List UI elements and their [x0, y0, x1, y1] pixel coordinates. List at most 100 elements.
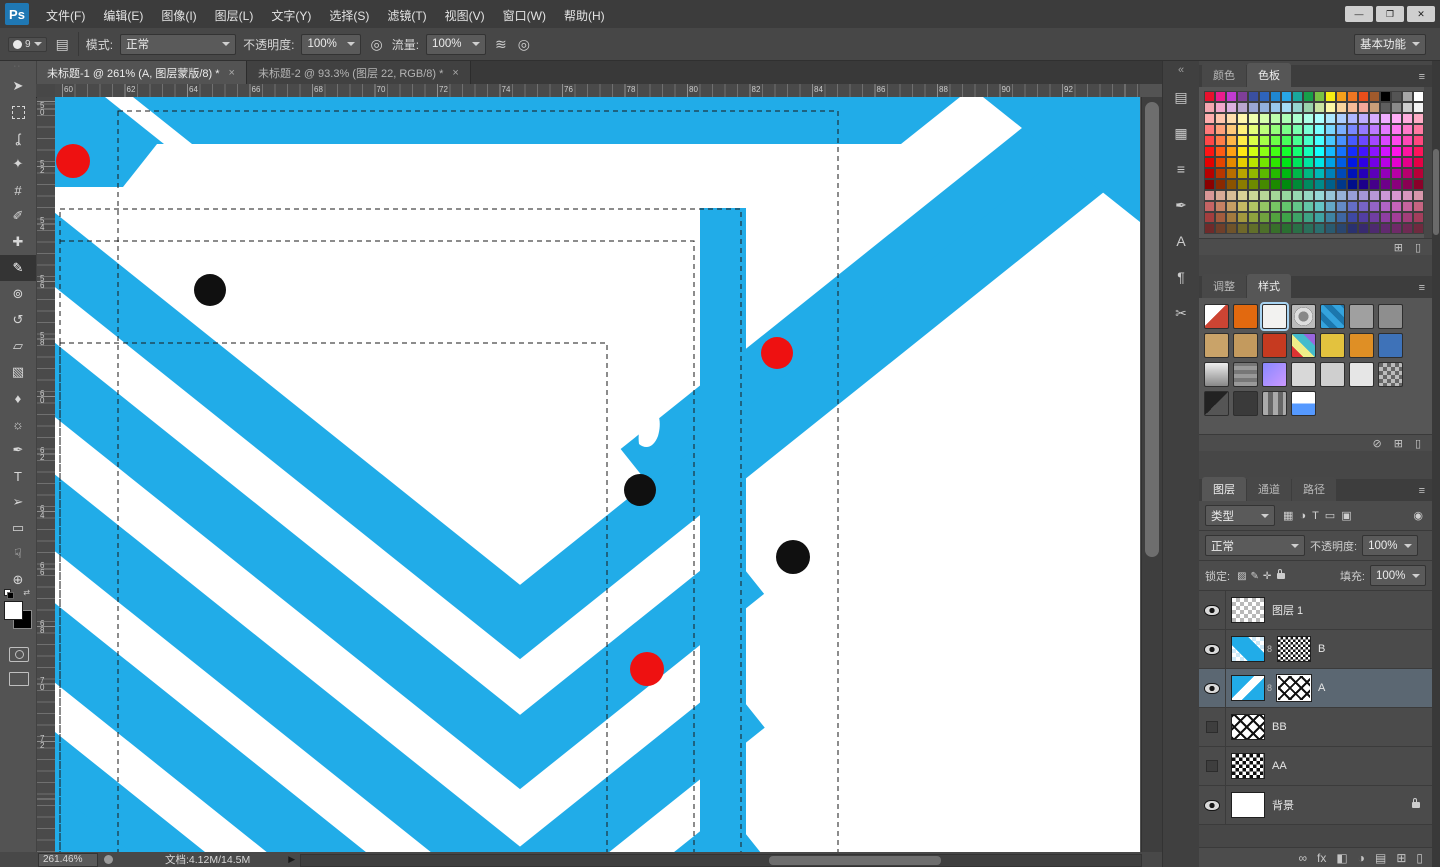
- color-swatch[interactable]: [1281, 113, 1292, 124]
- delete-style-button[interactable]: ▯: [1410, 437, 1426, 450]
- color-swatch[interactable]: [1270, 102, 1281, 113]
- color-swatch[interactable]: [1369, 124, 1380, 135]
- healing-brush-tool[interactable]: ✚: [0, 229, 36, 255]
- color-swatch[interactable]: [1369, 113, 1380, 124]
- color-swatch[interactable]: [1391, 146, 1402, 157]
- filter-type-layers-icon[interactable]: T: [1309, 510, 1322, 522]
- layer-thumbnail[interactable]: [1231, 753, 1265, 779]
- color-swatch[interactable]: [1358, 212, 1369, 223]
- color-swatch[interactable]: [1281, 168, 1292, 179]
- layer-row[interactable]: 8B: [1199, 630, 1432, 669]
- filter-adjustment-layers-icon[interactable]: ◑: [1296, 510, 1309, 522]
- new-style-button[interactable]: ⊞: [1389, 437, 1408, 450]
- color-swatch[interactable]: [1325, 168, 1336, 179]
- style-swatch[interactable]: [1233, 333, 1258, 358]
- color-swatch[interactable]: [1270, 201, 1281, 212]
- eraser-tool[interactable]: ▱: [0, 333, 36, 359]
- color-swatch[interactable]: [1237, 201, 1248, 212]
- color-swatch[interactable]: [1391, 124, 1402, 135]
- color-swatch[interactable]: [1226, 135, 1237, 146]
- color-swatch[interactable]: [1347, 135, 1358, 146]
- color-swatch[interactable]: [1369, 168, 1380, 179]
- color-swatch[interactable]: [1402, 113, 1413, 124]
- color-swatch[interactable]: [1215, 135, 1226, 146]
- style-swatch[interactable]: [1233, 304, 1258, 329]
- dodge-tool[interactable]: ☼: [0, 411, 36, 437]
- document-tab[interactable]: 未标题-1 @ 261% (A, 图层蒙版/8) *×: [36, 61, 247, 84]
- color-swatch[interactable]: [1281, 135, 1292, 146]
- color-swatch[interactable]: [1270, 146, 1281, 157]
- color-swatch[interactable]: [1226, 168, 1237, 179]
- color-swatch[interactable]: [1358, 146, 1369, 157]
- link-layers-button[interactable]: ∞: [1293, 851, 1312, 865]
- workspace-switcher[interactable]: 基本功能: [1354, 34, 1426, 55]
- color-swatch[interactable]: [1204, 212, 1215, 223]
- lock-pixels-icon[interactable]: ✎: [1249, 571, 1261, 582]
- horizontal-scrollbar-thumb[interactable]: [769, 856, 941, 865]
- layers-tab[interactable]: 通道: [1247, 477, 1291, 501]
- layer-thumbnail[interactable]: [1231, 597, 1265, 623]
- color-swatch[interactable]: [1325, 124, 1336, 135]
- color-swatch[interactable]: [1380, 157, 1391, 168]
- color-swatch[interactable]: [1237, 179, 1248, 190]
- color-swatch[interactable]: [1336, 146, 1347, 157]
- style-swatch[interactable]: [1320, 362, 1345, 387]
- color-swatch[interactable]: [1336, 124, 1347, 135]
- color-swatch[interactable]: [1292, 146, 1303, 157]
- eyedropper-tool[interactable]: ✐: [0, 203, 36, 229]
- color-swatch[interactable]: [1380, 168, 1391, 179]
- color-swatch[interactable]: [1369, 157, 1380, 168]
- color-swatch[interactable]: [1281, 146, 1292, 157]
- color-swatch[interactable]: [1314, 223, 1325, 234]
- color-swatch[interactable]: [1336, 157, 1347, 168]
- color-swatch[interactable]: [1358, 190, 1369, 201]
- color-swatch[interactable]: [1215, 190, 1226, 201]
- add-layer-mask-button[interactable]: ◧: [1331, 851, 1352, 865]
- character-panel-icon[interactable]: A: [1163, 223, 1199, 259]
- color-swatch[interactable]: [1204, 135, 1215, 146]
- color-swatch[interactable]: [1347, 201, 1358, 212]
- style-swatch[interactable]: [1378, 362, 1403, 387]
- properties-panel-icon[interactable]: ≡: [1163, 151, 1199, 187]
- color-swatch[interactable]: [1358, 223, 1369, 234]
- blend-mode-select[interactable]: 正常: [1205, 535, 1305, 556]
- color-swatch[interactable]: [1369, 201, 1380, 212]
- layer-thumbnail[interactable]: [1231, 714, 1265, 740]
- tablet-pressure-opacity-icon[interactable]: ◎: [368, 36, 384, 53]
- tab-close-icon[interactable]: ×: [229, 67, 235, 79]
- color-swatch[interactable]: [1402, 190, 1413, 201]
- history-panel-icon[interactable]: ▤: [1163, 79, 1199, 115]
- color-swatch[interactable]: [1369, 190, 1380, 201]
- color-swatch[interactable]: [1226, 179, 1237, 190]
- color-swatch[interactable]: [1314, 146, 1325, 157]
- color-swatch[interactable]: [1248, 201, 1259, 212]
- color-swatch[interactable]: [1248, 102, 1259, 113]
- color-swatch[interactable]: [1237, 190, 1248, 201]
- color-swatch[interactable]: [1281, 91, 1292, 102]
- panel-scrollbar[interactable]: [1432, 61, 1440, 867]
- quick-mask-button[interactable]: [9, 647, 29, 662]
- color-swatch[interactable]: [1325, 102, 1336, 113]
- color-swatch[interactable]: [1391, 201, 1402, 212]
- color-swatch[interactable]: [1215, 179, 1226, 190]
- foreground-color-swatch[interactable]: [4, 601, 23, 620]
- color-swatch[interactable]: [1413, 157, 1424, 168]
- color-swatch[interactable]: [1259, 179, 1270, 190]
- color-swatch[interactable]: [1215, 91, 1226, 102]
- layer-effects-button[interactable]: fx: [1312, 851, 1331, 865]
- color-swatch[interactable]: [1347, 223, 1358, 234]
- close-button[interactable]: ✕: [1407, 6, 1435, 22]
- color-swatch[interactable]: [1358, 124, 1369, 135]
- color-swatch[interactable]: [1391, 135, 1402, 146]
- color-swatch[interactable]: [1402, 201, 1413, 212]
- color-swatch[interactable]: [1314, 168, 1325, 179]
- color-swatch[interactable]: [1369, 91, 1380, 102]
- color-swatch[interactable]: [1314, 157, 1325, 168]
- color-swatch[interactable]: [1204, 124, 1215, 135]
- style-swatch[interactable]: [1349, 304, 1374, 329]
- color-swatch[interactable]: [1248, 212, 1259, 223]
- color-swatch[interactable]: [1358, 179, 1369, 190]
- delete-swatch-button[interactable]: ▯: [1410, 241, 1426, 254]
- visibility-toggle[interactable]: [1199, 591, 1226, 629]
- color-swatch[interactable]: [1215, 168, 1226, 179]
